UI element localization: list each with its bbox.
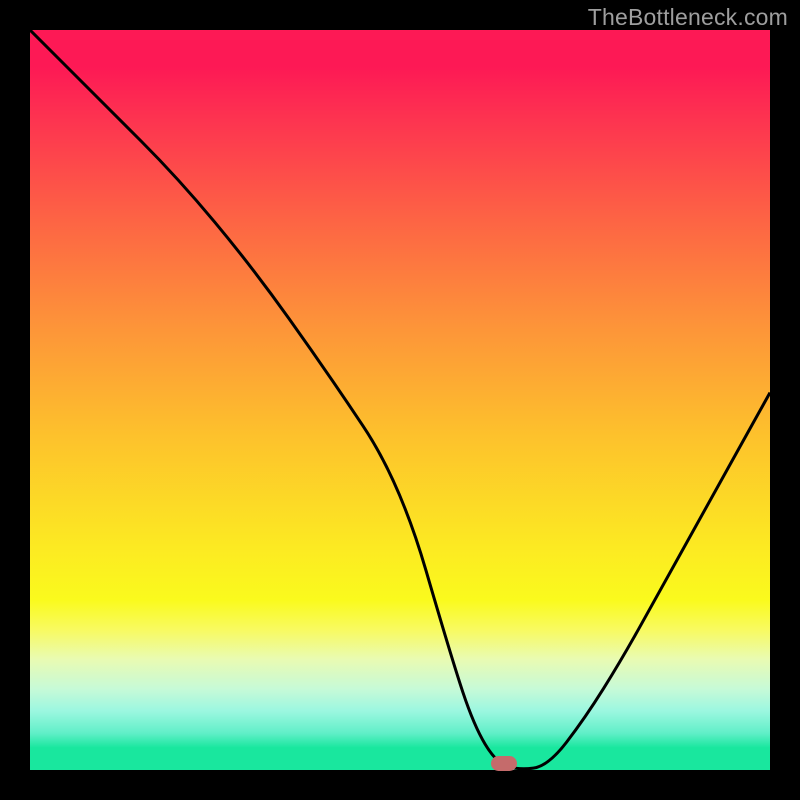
attribution-label: TheBottleneck.com [588, 4, 788, 31]
curve-line [30, 30, 770, 769]
chart-plot-area [30, 30, 770, 770]
optimum-marker [491, 756, 517, 771]
bottleneck-curve [30, 30, 770, 770]
chart-frame: TheBottleneck.com [0, 0, 800, 800]
